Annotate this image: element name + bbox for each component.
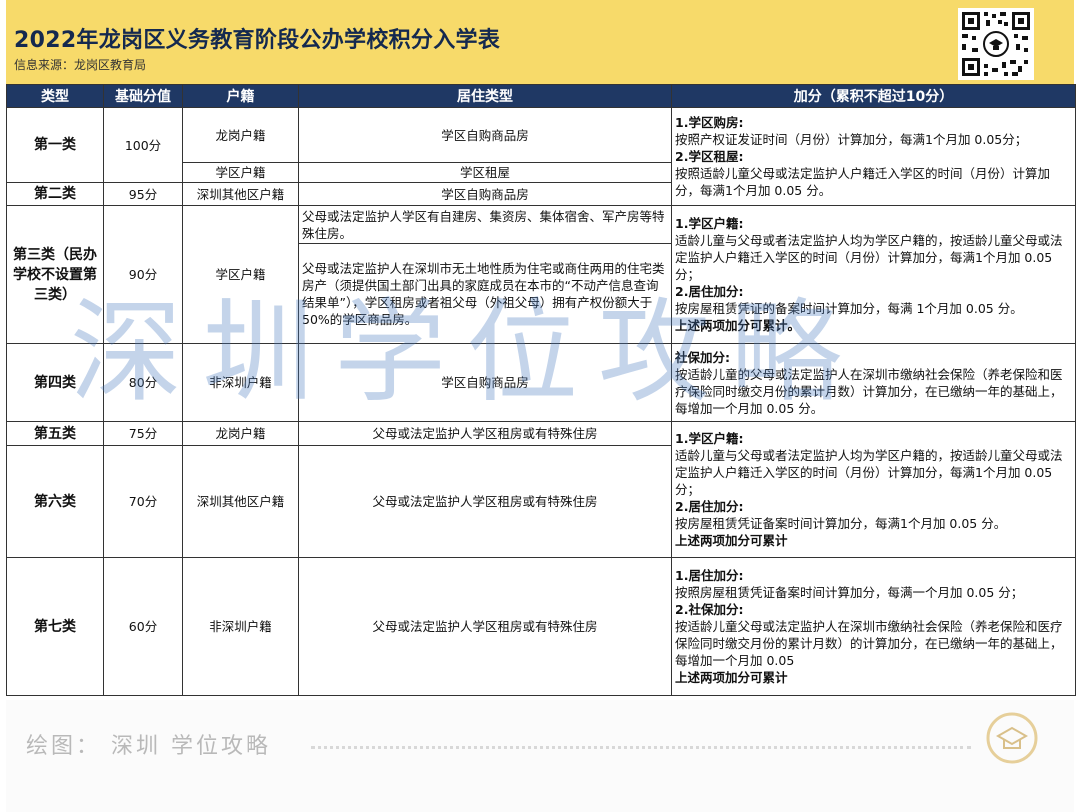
header-base-score: 基础分值 bbox=[103, 84, 183, 108]
huji-cell: 非深圳户籍 bbox=[182, 557, 299, 696]
table-row: 第一类 100分 龙岗户籍 学区自购商品房 1.学区购房: 按照产权证发证时间（… bbox=[6, 107, 1076, 206]
bonus-note: 上述两项加分可累计。 bbox=[675, 318, 801, 333]
bonus-heading: 社保加分: bbox=[675, 349, 730, 365]
score-cell: 100分 bbox=[103, 107, 183, 183]
footer-text: 绘图： 深圳 学位攻略 bbox=[26, 734, 271, 759]
bonus-text: 按照适龄儿童父母或法定监护人户籍迁入学区的时间（月份）计算加分，每满1个月加 0… bbox=[675, 166, 1051, 198]
table-row: 第七类 60分 非深圳户籍 父母或法定监护人学区租房或有特殊住房 1.居住加分:… bbox=[6, 557, 1076, 696]
category-cell: 第五类 bbox=[6, 421, 104, 446]
residence-cell: 父母或法定监护人学区租房或有特殊住房 bbox=[298, 445, 672, 558]
residence-cell: 学区自购商品房 bbox=[298, 182, 672, 206]
bonus-text: 适龄儿童与父母或者法定监护人均为学区户籍的，按适龄儿童父母或法定监护人户籍迁入学… bbox=[675, 448, 1063, 497]
category-cell: 第一类 bbox=[6, 107, 104, 183]
bonus-text: 按照产权证发证时间（月份）计算加分，每满1个月加 0.05分； bbox=[675, 132, 1028, 147]
score-cell: 95分 bbox=[103, 182, 183, 206]
huji-cell: 深圳其他区户籍 bbox=[182, 445, 299, 558]
page-title: 2022年龙岗区义务教育阶段公办学校积分入学表 bbox=[14, 28, 501, 53]
category-cell: 第三类（民办学校不设置第三类） bbox=[6, 205, 104, 344]
residence-cell: 父母或法定监护人学区租房或有特殊住房 bbox=[298, 557, 672, 696]
bonus-note: 上述两项加分可累计 bbox=[675, 670, 788, 685]
bonus-text: 按照房屋租赁凭证备案时间计算加分，每满一个月加 0.05 分； bbox=[675, 585, 1024, 600]
huji-cell: 学区户籍 bbox=[182, 162, 299, 183]
bonus-text: 按房屋租赁凭证备案时间计算加分，每满1个月加 0.05 分。 bbox=[675, 516, 1007, 531]
residence-cell: 学区自购商品房 bbox=[298, 107, 672, 163]
huji-cell: 学区户籍 bbox=[182, 205, 299, 344]
bonus-heading: 2.学区租屋: bbox=[675, 149, 744, 164]
bonus-heading: 1.居住加分: bbox=[675, 568, 744, 583]
source-note: 信息来源：龙岗区教育局 bbox=[14, 58, 147, 72]
bonus-heading: 2.社保加分: bbox=[675, 602, 744, 617]
footer-dotted-line bbox=[311, 746, 971, 749]
bonus-heading: 2.居住加分: bbox=[675, 284, 744, 299]
bonus-heading: 1.学区户籍: bbox=[675, 216, 744, 231]
category-cell: 第七类 bbox=[6, 557, 104, 696]
bonus-text: 按适龄儿童的父母或法定监护人在深圳市缴纳社会保险（养老保险和医疗保险同时缴交月份… bbox=[675, 366, 1063, 416]
residence-cell: 学区租屋 bbox=[298, 162, 672, 183]
footer-credit: 绘图： 深圳 学位攻略 bbox=[6, 700, 1074, 812]
bonus-heading: 1.学区购房: bbox=[675, 115, 744, 130]
bonus-note: 上述两项加分可累计 bbox=[675, 533, 788, 548]
score-cell: 75分 bbox=[103, 421, 183, 446]
residence-cell: 父母或法定监护人学区租房或有特殊住房 bbox=[298, 421, 672, 446]
header-residence-type: 居住类型 bbox=[298, 84, 672, 108]
residence-cell: 学区自购商品房 bbox=[298, 343, 672, 422]
score-cell: 90分 bbox=[103, 205, 183, 344]
category-cell: 第二类 bbox=[6, 182, 104, 206]
qr-code-icon bbox=[958, 8, 1034, 80]
admission-points-table: 类型 基础分值 户籍 居住类型 加分（累积不超过10分） 第一类 100分 龙岗… bbox=[6, 84, 1076, 696]
bonus-text: 适龄儿童与父母或者法定监护人均为学区户籍的，按适龄儿童父母或法定监护人户籍迁入学… bbox=[675, 233, 1063, 282]
huji-cell: 龙岗户籍 bbox=[182, 107, 299, 163]
score-cell: 80分 bbox=[103, 343, 183, 422]
category-cell: 第四类 bbox=[6, 343, 104, 422]
table-row: 第四类 80分 非深圳户籍 学区自购商品房 社保加分: 按适龄儿童的父母或法定监… bbox=[6, 343, 1076, 422]
table-row: 第三类（民办学校不设置第三类） 90分 学区户籍 父母或法定监护人学区有自建房、… bbox=[6, 205, 1076, 344]
header-huji: 户籍 bbox=[182, 84, 299, 108]
table-row: 第五类 75分 龙岗户籍 父母或法定监护人学区租房或有特殊住房 1.学区户籍: … bbox=[6, 421, 1076, 558]
huji-cell: 非深圳户籍 bbox=[182, 343, 299, 422]
bonus-heading: 1.学区户籍: bbox=[675, 431, 744, 446]
score-cell: 60分 bbox=[103, 557, 183, 696]
bonus-cell: 1.学区购房: 按照产权证发证时间（月份）计算加分，每满1个月加 0.05分； … bbox=[671, 107, 1076, 206]
bonus-text: 按房屋租赁凭证的备案时间计算加分，每满 1个月加 0.05 分。 bbox=[675, 301, 1023, 316]
bonus-cell: 1.居住加分: 按照房屋租赁凭证备案时间计算加分，每满一个月加 0.05 分； … bbox=[671, 557, 1076, 696]
header-bonus: 加分（累积不超过10分） bbox=[671, 84, 1076, 108]
bonus-cell: 1.学区户籍: 适龄儿童与父母或者法定监护人均为学区户籍的，按适龄儿童父母或法定… bbox=[671, 205, 1076, 344]
bonus-cell: 1.学区户籍: 适龄儿童与父母或者法定监护人均为学区户籍的，按适龄儿童父母或法定… bbox=[671, 421, 1076, 558]
header-type: 类型 bbox=[6, 84, 104, 108]
huji-cell: 深圳其他区户籍 bbox=[182, 182, 299, 206]
bonus-heading: 2.居住加分: bbox=[675, 499, 744, 514]
bonus-text: 按适龄儿童父母或法定监护人在深圳市缴纳社会保险（养老保险和医疗保险同时缴交月份的… bbox=[675, 619, 1063, 668]
table-header-row: 类型 基础分值 户籍 居住类型 加分（累积不超过10分） bbox=[6, 84, 1076, 108]
graduation-cap-logo-icon bbox=[984, 710, 1040, 766]
huji-cell: 龙岗户籍 bbox=[182, 421, 299, 446]
score-cell: 70分 bbox=[103, 445, 183, 558]
category-cell: 第六类 bbox=[6, 445, 104, 558]
residence-cell: 父母或法定监护人学区有自建房、集资房、集体宿舍、军产房等特殊住房。 bbox=[298, 205, 672, 244]
residence-cell: 父母或法定监护人在深圳市无土地性质为住宅或商住两用的住宅类房产（须提供国土部门出… bbox=[298, 243, 672, 344]
bonus-cell: 社保加分: 按适龄儿童的父母或法定监护人在深圳市缴纳社会保险（养老保险和医疗保险… bbox=[671, 343, 1076, 422]
header-banner: 2022年龙岗区义务教育阶段公办学校积分入学表 信息来源：龙岗区教育局 bbox=[6, 0, 1074, 84]
